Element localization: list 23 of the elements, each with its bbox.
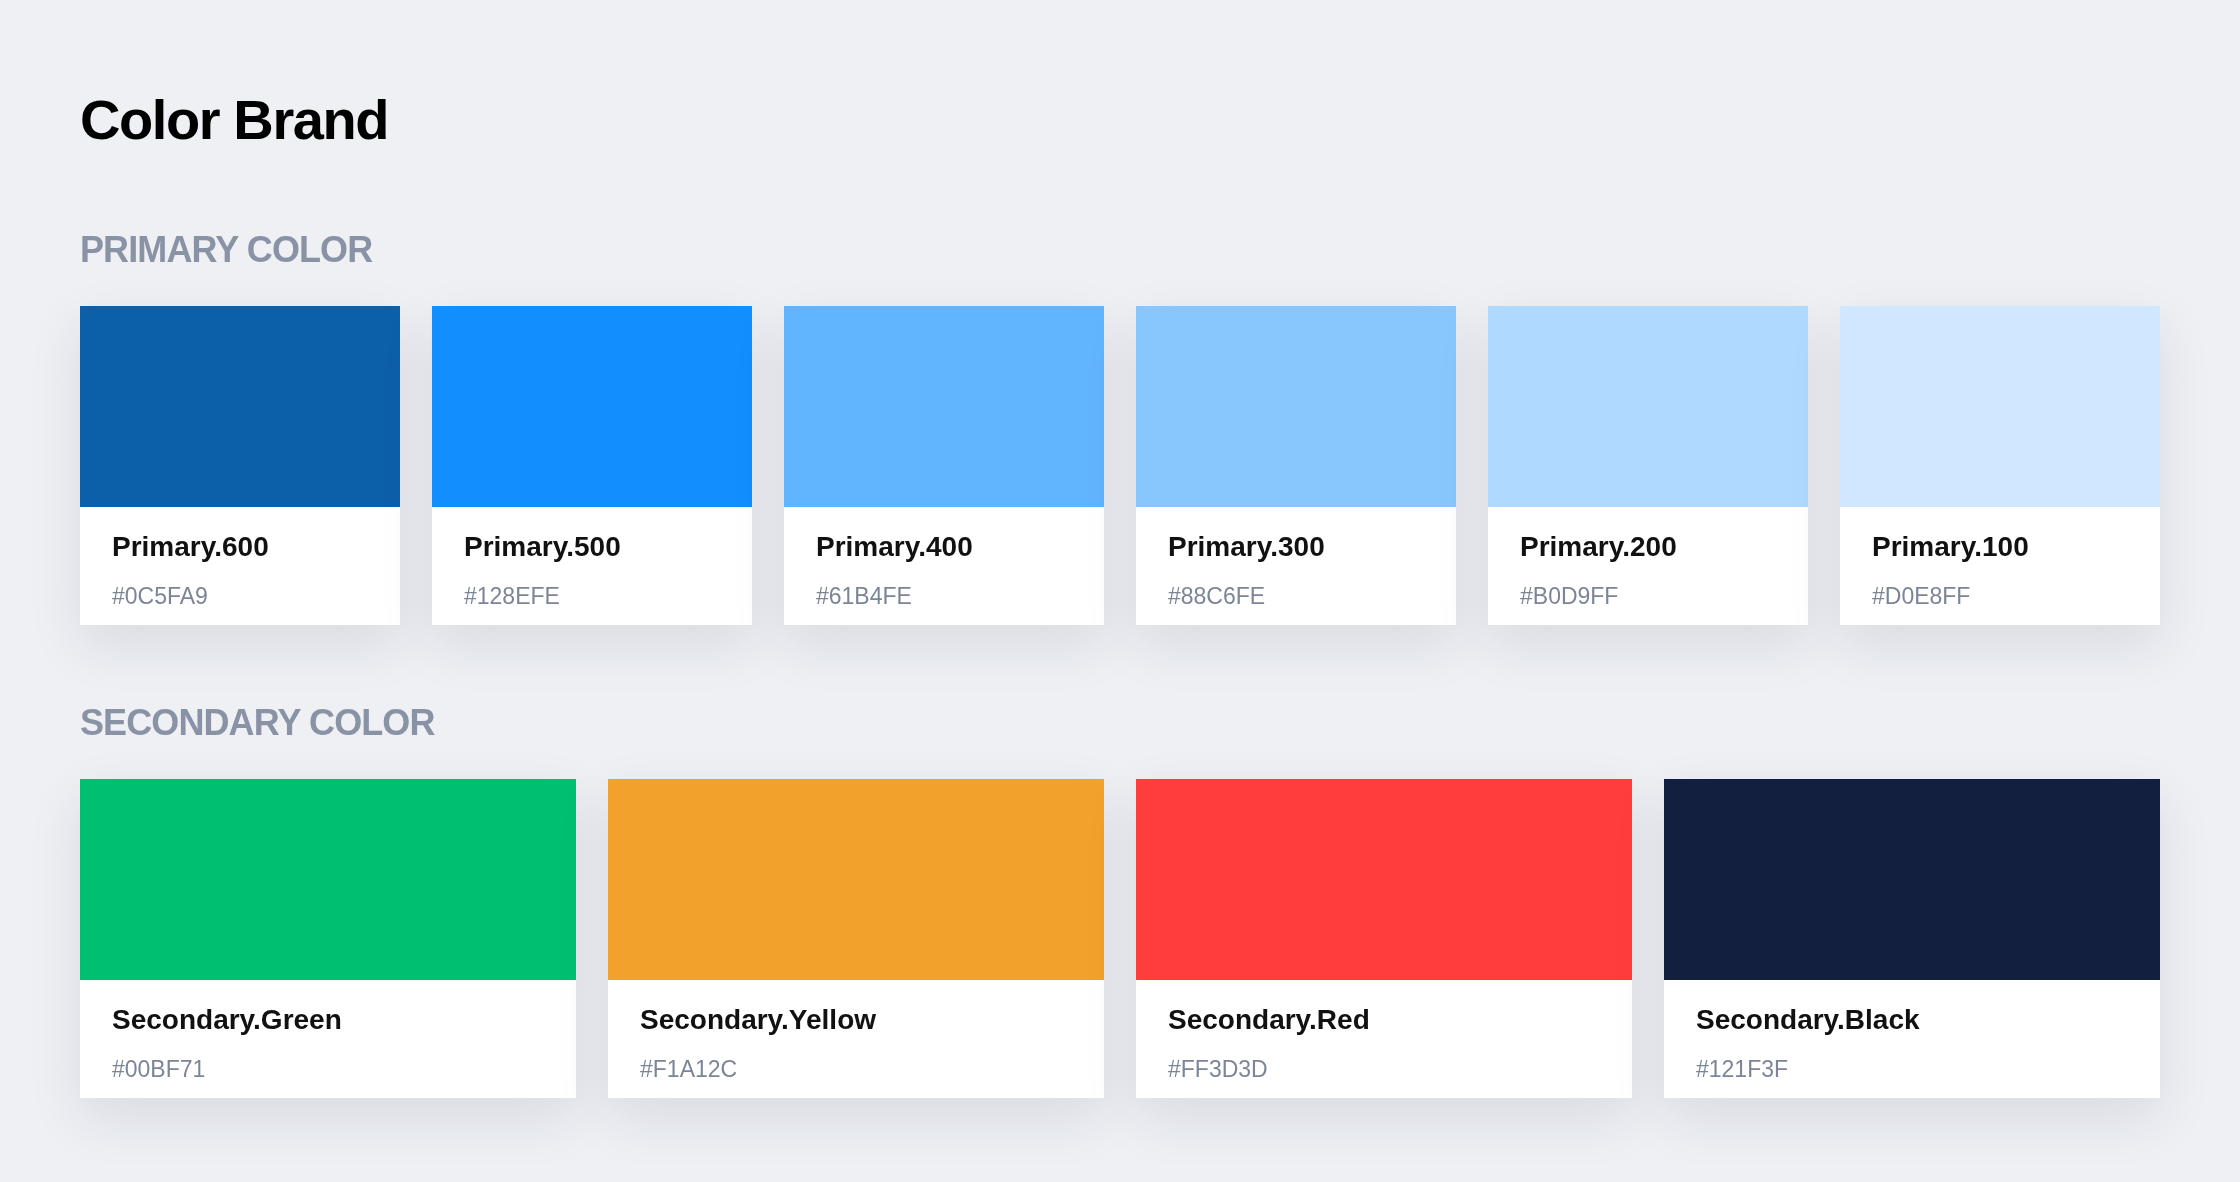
color-name: Secondary.Yellow <box>640 1006 877 1034</box>
hex-code: #88C6FE <box>1168 585 1266 608</box>
color-name: Primary.400 <box>816 533 973 561</box>
color-name: Primary.300 <box>1168 533 1325 561</box>
hex-code: #FF3D3D <box>1168 1058 1268 1081</box>
color-name: Primary.500 <box>464 533 621 561</box>
color-name: Primary.100 <box>1872 533 2029 561</box>
page-title: Color Brand <box>80 92 390 148</box>
section-heading: SECONDARY COLOR <box>80 705 436 741</box>
hex-code: #128EFE <box>464 585 560 608</box>
hex-code: #00BF71 <box>112 1058 206 1081</box>
color-name: Secondary.Green <box>112 1006 342 1034</box>
section-heading: PRIMARY COLOR <box>80 232 374 268</box>
color-name: Secondary.Red <box>1168 1006 1370 1034</box>
color-name: Secondary.Black <box>1696 1006 1920 1034</box>
hex-code: #D0E8FF <box>1872 585 1971 608</box>
hex-code: #F1A12C <box>640 1058 738 1081</box>
hex-code: #121F3F <box>1696 1058 1789 1081</box>
hex-code: #0C5FA9 <box>112 585 208 608</box>
hex-code: #61B4FE <box>816 585 912 608</box>
hex-code: #B0D9FF <box>1520 585 1619 608</box>
color-name: Primary.600 <box>112 533 269 561</box>
color-name: Primary.200 <box>1520 533 1677 561</box>
